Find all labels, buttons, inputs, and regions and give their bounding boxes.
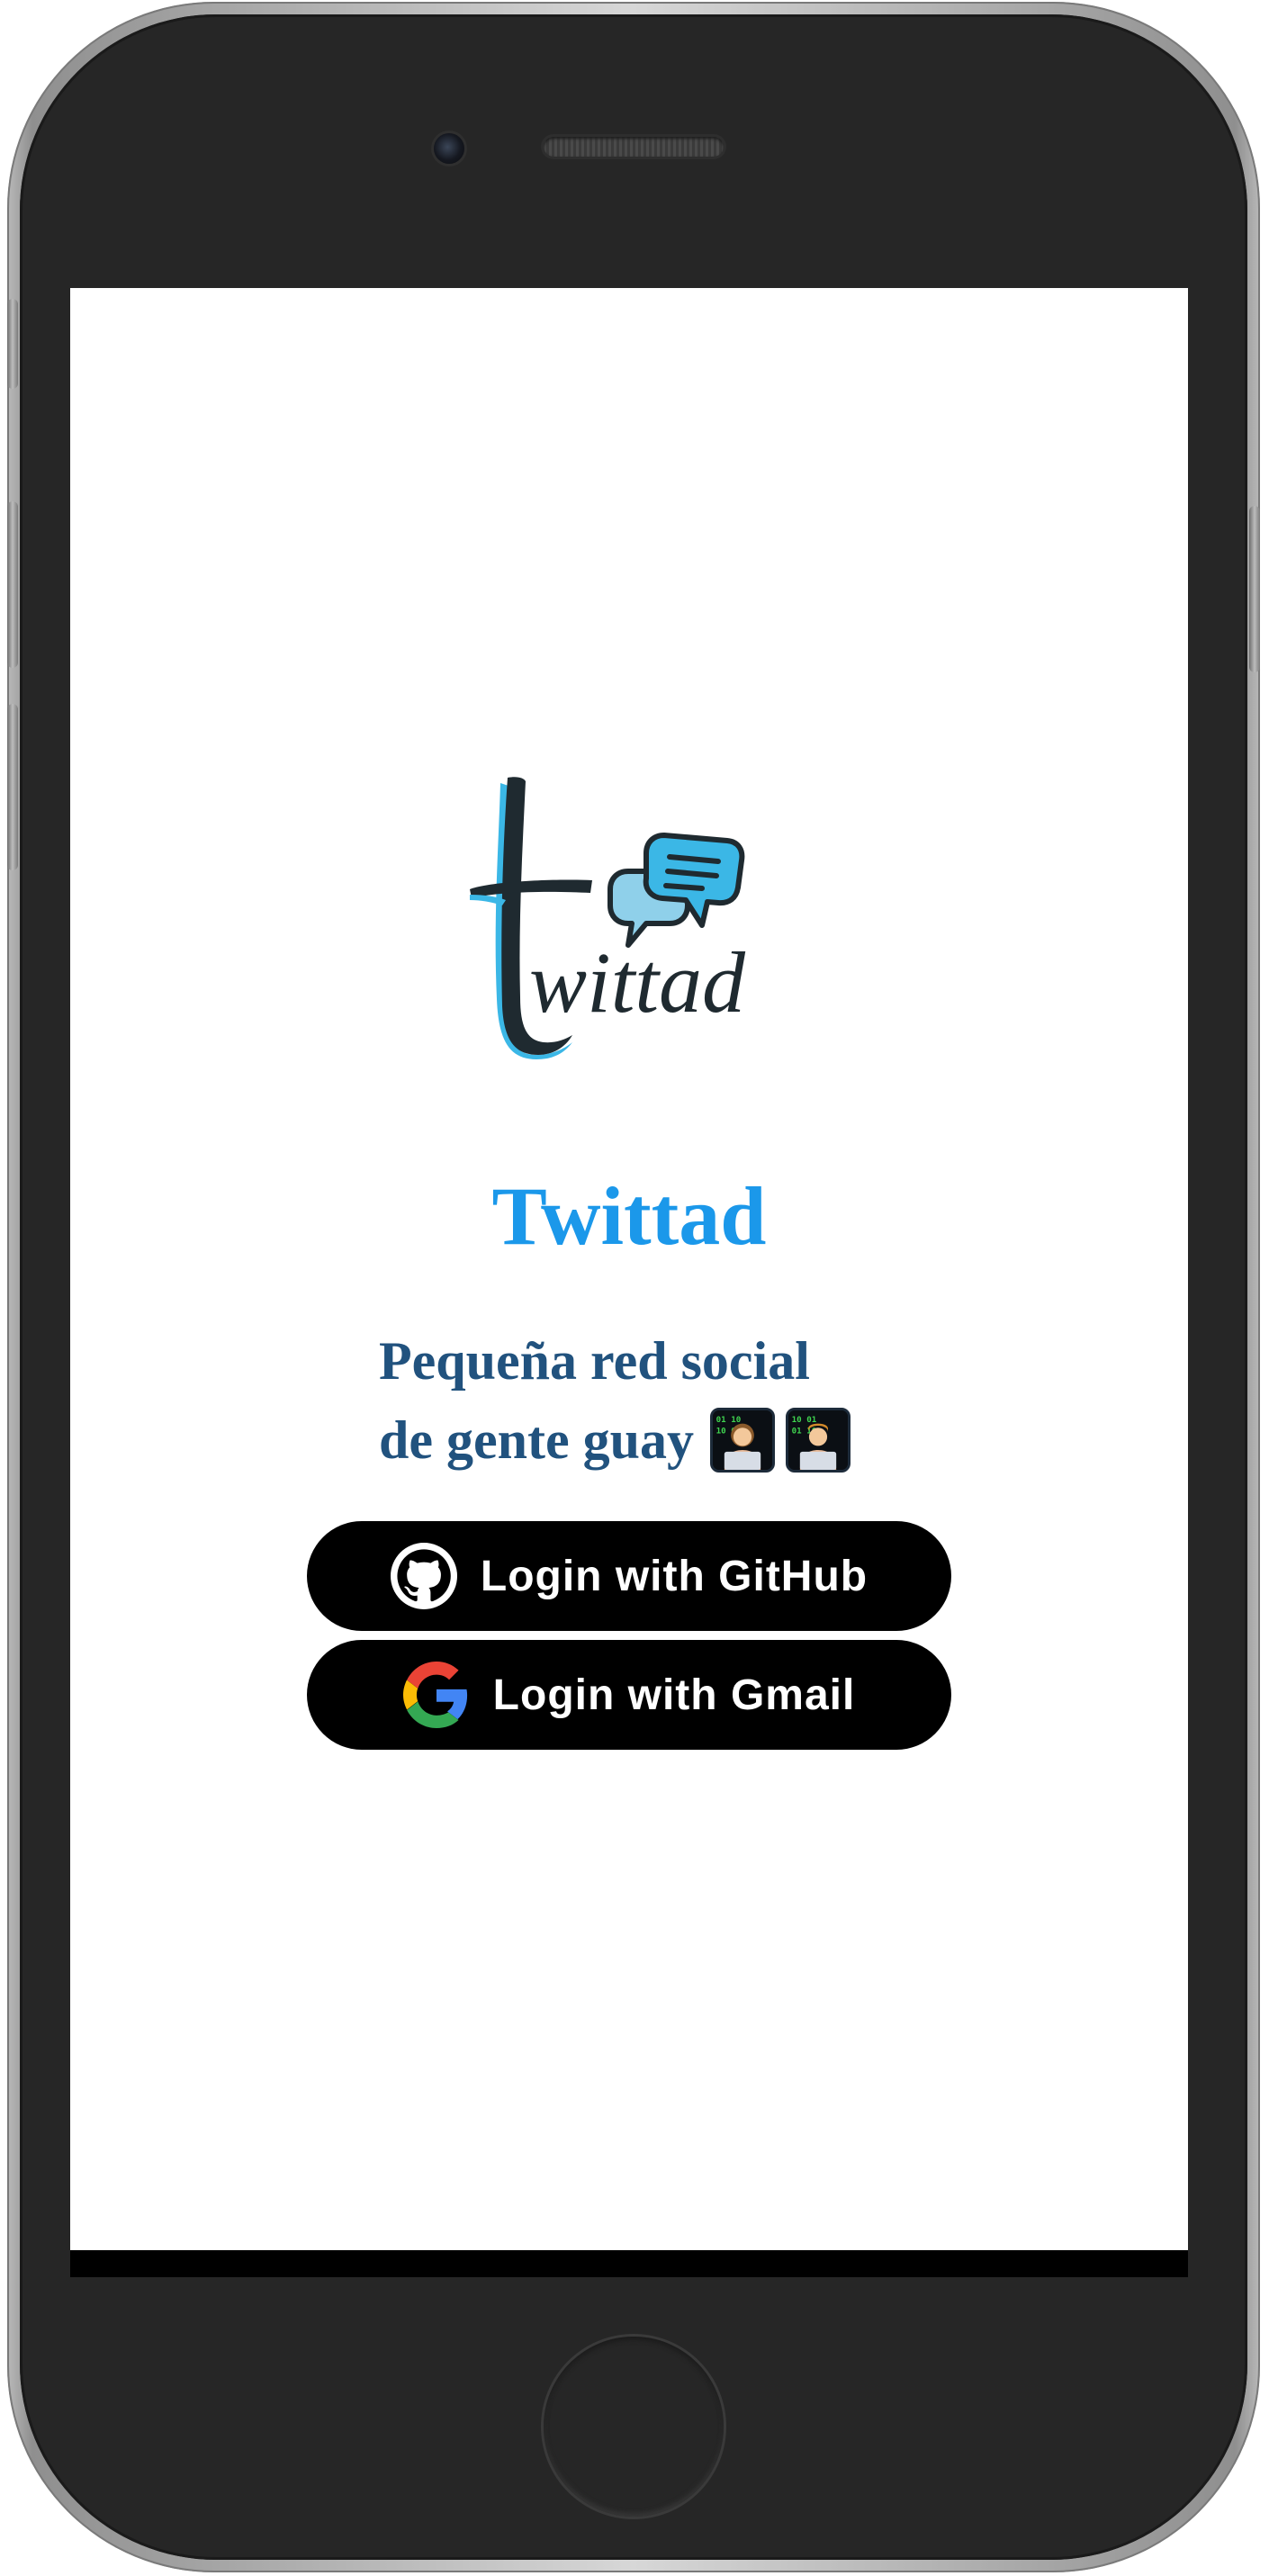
home-button[interactable] bbox=[544, 2337, 724, 2517]
power-button bbox=[1249, 506, 1260, 672]
tagline-line-2: de gente guay 01 10 10 01 10 01 01 10 bbox=[379, 1401, 850, 1480]
app-tagline: Pequeña red social de gente guay 01 10 1… bbox=[379, 1321, 850, 1480]
github-icon bbox=[390, 1543, 457, 1609]
svg-text:10 01: 10 01 bbox=[792, 1415, 817, 1425]
app-view: wittad Twittad Pequeña red social de gen… bbox=[70, 288, 1188, 2250]
front-camera bbox=[434, 133, 464, 164]
logo-wordmark: wittad bbox=[529, 934, 746, 1031]
tagline-line-2-text: de gente guay bbox=[379, 1410, 694, 1470]
man-technologist-icon: 10 01 01 10 bbox=[785, 1408, 850, 1473]
login-github-label: Login with GitHub bbox=[480, 1552, 868, 1600]
phone-screen: wittad Twittad Pequeña red social de gen… bbox=[70, 288, 1188, 2277]
silent-switch bbox=[7, 299, 18, 389]
login-gmail-button[interactable]: Login with Gmail bbox=[307, 1640, 951, 1750]
technologist-emojis: 01 10 10 01 10 01 01 10 bbox=[709, 1408, 850, 1473]
app-title: Twittad bbox=[491, 1170, 767, 1262]
woman-technologist-icon: 01 10 10 01 bbox=[709, 1408, 775, 1473]
login-gmail-label: Login with Gmail bbox=[492, 1671, 856, 1719]
twittad-logo: wittad bbox=[470, 777, 746, 1059]
google-icon bbox=[402, 1662, 467, 1728]
earpiece-speaker bbox=[544, 137, 724, 157]
svg-text:01 10: 01 10 bbox=[716, 1415, 742, 1425]
login-github-button[interactable]: Login with GitHub bbox=[307, 1521, 951, 1631]
volume-down-button bbox=[7, 704, 18, 870]
tagline-line-1: Pequeña red social bbox=[379, 1331, 810, 1391]
volume-up-button bbox=[7, 501, 18, 668]
